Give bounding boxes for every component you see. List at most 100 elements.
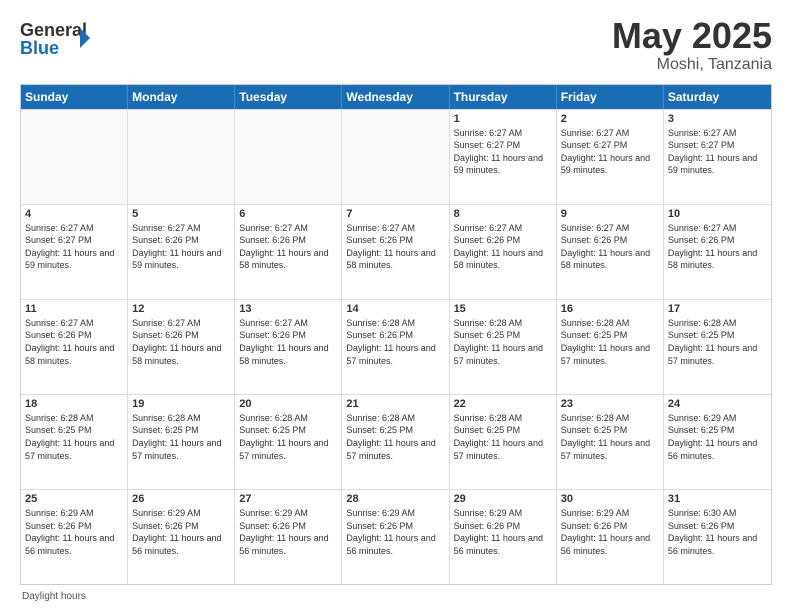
day-info-1: Sunrise: 6:27 AMSunset: 6:27 PMDaylight:… xyxy=(454,127,552,177)
day-number-29: 29 xyxy=(454,493,552,505)
day-info-8: Sunrise: 6:27 AMSunset: 6:26 PMDaylight:… xyxy=(454,222,552,272)
header-cell-tuesday: Tuesday xyxy=(235,85,342,109)
day-cell-17: 17 Sunrise: 6:28 AMSunset: 6:25 PMDayligh… xyxy=(664,300,771,394)
generalblue-logo-icon: GeneralBlue xyxy=(20,16,90,60)
day-cell-13: 13Sunrise: 6:27 AMSunset: 6:26 PMDayligh… xyxy=(235,300,342,394)
day-cell-12: 12Sunrise: 6:27 AMSunset: 6:26 PMDayligh… xyxy=(128,300,235,394)
day-cell-28: 28 Sunrise: 6:29 AMSunset: 6:26 PMDayligh… xyxy=(342,490,449,584)
header-cell-thursday: Thursday xyxy=(450,85,557,109)
day-info-9: Sunrise: 6:27 AMSunset: 6:26 PMDaylight:… xyxy=(561,222,659,272)
day-number-2: 2 xyxy=(561,113,659,125)
day-number-21: 21 xyxy=(346,398,444,410)
day-cell-6: 6 Sunrise: 6:27 AMSunset: 6:26 PMDaylight… xyxy=(235,205,342,299)
day-number-28: 28 xyxy=(346,493,444,505)
day-info-16: Sunrise: 6:28 AMSunset: 6:25 PMDaylight:… xyxy=(561,317,659,367)
week-row-3: 11 Sunrise: 6:27 AMSunset: 6:26 PMDayligh… xyxy=(21,299,771,394)
day-number-4: 4 xyxy=(25,208,123,220)
calendar-location: Moshi, Tanzania xyxy=(612,56,772,74)
day-cell-25: 25 Sunrise: 6:29 AMSunset: 6:26 PMDayligh… xyxy=(21,490,128,584)
day-info-19: Sunrise: 6:28 AMSunset: 6:25 PMDaylight:… xyxy=(132,412,230,462)
day-info-10: Sunrise: 6:27 AMSunset: 6:26 PMDaylight:… xyxy=(668,222,767,272)
day-number-25: 25 xyxy=(25,493,123,505)
day-cell-5: 5Sunrise: 6:27 AMSunset: 6:26 PMDaylight… xyxy=(128,205,235,299)
day-info-17: Sunrise: 6:28 AMSunset: 6:25 PMDaylight:… xyxy=(668,317,767,367)
day-number-15: 15 xyxy=(454,303,552,315)
day-info-30: Sunrise: 6:29 AMSunset: 6:26 PMDaylight:… xyxy=(561,507,659,557)
day-info-26: Sunrise: 6:29 AMSunset: 6:26 PMDaylight:… xyxy=(132,507,230,557)
calendar: SundayMondayTuesdayWednesdayThursdayFrid… xyxy=(20,84,772,585)
day-cell-20: 20 Sunrise: 6:28 AMSunset: 6:25 PMDayligh… xyxy=(235,395,342,489)
day-number-31: 31 xyxy=(668,493,767,505)
header-cell-wednesday: Wednesday xyxy=(342,85,449,109)
day-number-16: 16 xyxy=(561,303,659,315)
day-info-13: Sunrise: 6:27 AMSunset: 6:26 PMDaylight:… xyxy=(239,317,337,367)
day-number-22: 22 xyxy=(454,398,552,410)
footer-note: Daylight hours xyxy=(20,591,772,602)
day-cell-27: 27Sunrise: 6:29 AMSunset: 6:26 PMDayligh… xyxy=(235,490,342,584)
empty-cell-w0d2 xyxy=(235,110,342,204)
day-number-1: 1 xyxy=(454,113,552,125)
header: GeneralBlue May 2025 Moshi, Tanzania xyxy=(20,16,772,74)
logo: GeneralBlue xyxy=(20,16,90,60)
day-cell-16: 16 Sunrise: 6:28 AMSunset: 6:25 PMDayligh… xyxy=(557,300,664,394)
day-cell-9: 9 Sunrise: 6:27 AMSunset: 6:26 PMDaylight… xyxy=(557,205,664,299)
day-number-5: 5 xyxy=(132,208,230,220)
day-info-3: Sunrise: 6:27 AMSunset: 6:27 PMDaylight:… xyxy=(668,127,767,177)
day-info-20: Sunrise: 6:28 AMSunset: 6:25 PMDaylight:… xyxy=(239,412,337,462)
day-info-25: Sunrise: 6:29 AMSunset: 6:26 PMDaylight:… xyxy=(25,507,123,557)
svg-text:General: General xyxy=(20,20,87,40)
day-cell-30: 30Sunrise: 6:29 AMSunset: 6:26 PMDayligh… xyxy=(557,490,664,584)
empty-cell-w0d0 xyxy=(21,110,128,204)
day-number-6: 6 xyxy=(239,208,337,220)
day-number-14: 14 xyxy=(346,303,444,315)
day-number-17: 17 xyxy=(668,303,767,315)
empty-cell-w0d3 xyxy=(342,110,449,204)
day-cell-15: 15 Sunrise: 6:28 AMSunset: 6:25 PMDayligh… xyxy=(450,300,557,394)
page: GeneralBlue May 2025 Moshi, Tanzania Sun… xyxy=(0,0,792,612)
day-info-28: Sunrise: 6:29 AMSunset: 6:26 PMDaylight:… xyxy=(346,507,444,557)
day-info-12: Sunrise: 6:27 AMSunset: 6:26 PMDaylight:… xyxy=(132,317,230,367)
day-info-21: Sunrise: 6:28 AMSunset: 6:25 PMDaylight:… xyxy=(346,412,444,462)
day-cell-10: 10 Sunrise: 6:27 AMSunset: 6:26 PMDayligh… xyxy=(664,205,771,299)
week-row-4: 18 Sunrise: 6:28 AMSunset: 6:25 PMDayligh… xyxy=(21,394,771,489)
day-info-6: Sunrise: 6:27 AMSunset: 6:26 PMDaylight:… xyxy=(239,222,337,272)
day-cell-24: 24Sunrise: 6:29 AMSunset: 6:25 PMDayligh… xyxy=(664,395,771,489)
day-number-20: 20 xyxy=(239,398,337,410)
header-cell-sunday: Sunday xyxy=(21,85,128,109)
calendar-body: 1 Sunrise: 6:27 AMSunset: 6:27 PMDaylight… xyxy=(21,109,771,584)
header-cell-saturday: Saturday xyxy=(664,85,771,109)
day-info-18: Sunrise: 6:28 AMSunset: 6:25 PMDaylight:… xyxy=(25,412,123,462)
day-cell-3: 3Sunrise: 6:27 AMSunset: 6:27 PMDaylight… xyxy=(664,110,771,204)
day-info-15: Sunrise: 6:28 AMSunset: 6:25 PMDaylight:… xyxy=(454,317,552,367)
header-cell-monday: Monday xyxy=(128,85,235,109)
day-cell-8: 8 Sunrise: 6:27 AMSunset: 6:26 PMDaylight… xyxy=(450,205,557,299)
day-info-2: Sunrise: 6:27 AMSunset: 6:27 PMDaylight:… xyxy=(561,127,659,177)
day-info-29: Sunrise: 6:29 AMSunset: 6:26 PMDaylight:… xyxy=(454,507,552,557)
day-number-9: 9 xyxy=(561,208,659,220)
day-number-10: 10 xyxy=(668,208,767,220)
svg-text:Blue: Blue xyxy=(20,38,59,58)
calendar-header-row: SundayMondayTuesdayWednesdayThursdayFrid… xyxy=(21,85,771,109)
day-number-19: 19 xyxy=(132,398,230,410)
day-number-11: 11 xyxy=(25,303,123,315)
day-number-18: 18 xyxy=(25,398,123,410)
calendar-title: May 2025 xyxy=(612,16,772,56)
day-cell-26: 26 Sunrise: 6:29 AMSunset: 6:26 PMDayligh… xyxy=(128,490,235,584)
day-cell-19: 19 Sunrise: 6:28 AMSunset: 6:25 PMDayligh… xyxy=(128,395,235,489)
day-cell-29: 29 Sunrise: 6:29 AMSunset: 6:26 PMDayligh… xyxy=(450,490,557,584)
day-cell-1: 1 Sunrise: 6:27 AMSunset: 6:27 PMDaylight… xyxy=(450,110,557,204)
day-info-31: Sunrise: 6:30 AMSunset: 6:26 PMDaylight:… xyxy=(668,507,767,557)
day-number-8: 8 xyxy=(454,208,552,220)
day-info-22: Sunrise: 6:28 AMSunset: 6:25 PMDaylight:… xyxy=(454,412,552,462)
day-info-27: Sunrise: 6:29 AMSunset: 6:26 PMDaylight:… xyxy=(239,507,337,557)
week-row-1: 1 Sunrise: 6:27 AMSunset: 6:27 PMDaylight… xyxy=(21,109,771,204)
day-cell-4: 4 Sunrise: 6:27 AMSunset: 6:27 PMDaylight… xyxy=(21,205,128,299)
day-cell-31: 31 Sunrise: 6:30 AMSunset: 6:26 PMDayligh… xyxy=(664,490,771,584)
day-cell-2: 2 Sunrise: 6:27 AMSunset: 6:27 PMDaylight… xyxy=(557,110,664,204)
day-cell-7: 7Sunrise: 6:27 AMSunset: 6:26 PMDaylight… xyxy=(342,205,449,299)
day-info-4: Sunrise: 6:27 AMSunset: 6:27 PMDaylight:… xyxy=(25,222,123,272)
day-number-26: 26 xyxy=(132,493,230,505)
day-cell-22: 22 Sunrise: 6:28 AMSunset: 6:25 PMDayligh… xyxy=(450,395,557,489)
day-info-7: Sunrise: 6:27 AMSunset: 6:26 PMDaylight:… xyxy=(346,222,444,272)
week-row-5: 25 Sunrise: 6:29 AMSunset: 6:26 PMDayligh… xyxy=(21,489,771,584)
